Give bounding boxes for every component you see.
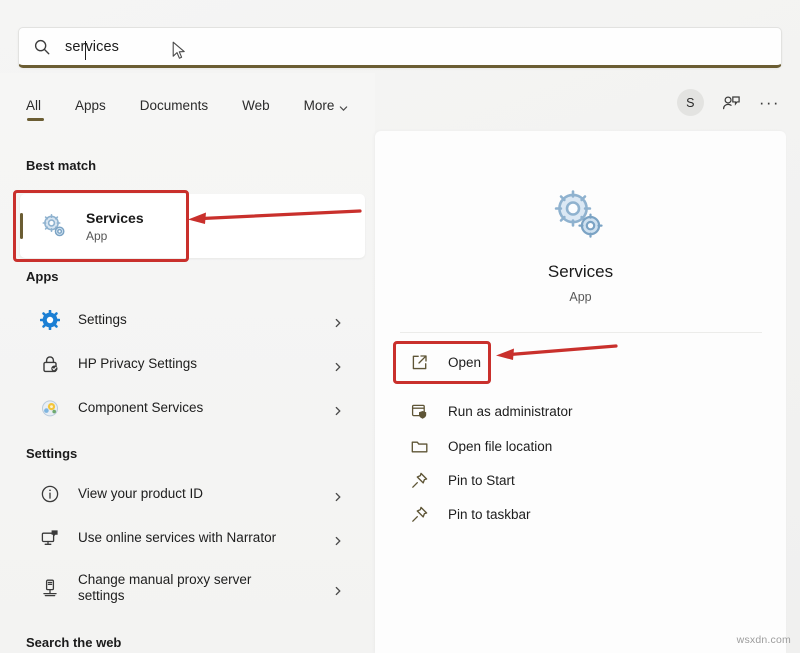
list-item-settings[interactable]: Settings [20, 300, 365, 340]
search-box[interactable]: services [18, 27, 782, 68]
open-external-icon [410, 353, 429, 372]
component-services-icon [40, 398, 60, 418]
section-heading-search-the-web: Search the web [26, 635, 121, 650]
avatar-initial: S [686, 96, 694, 110]
search-input[interactable]: services [65, 39, 119, 55]
chevron-right-icon[interactable] [333, 315, 343, 325]
preview-divider [400, 332, 762, 333]
list-item-label: View your product ID [78, 486, 203, 503]
pin-icon [410, 471, 429, 490]
result-subtitle: App [86, 229, 144, 243]
chevron-right-icon[interactable] [333, 359, 343, 369]
tab-documents[interactable]: Documents [140, 98, 208, 121]
list-item-narrator-online-services[interactable]: Use online services with Narrator [20, 518, 365, 558]
action-run-as-administrator[interactable]: Run as administrator [398, 392, 728, 430]
result-item-services[interactable]: Services App [20, 194, 365, 258]
chevron-down-icon [339, 101, 348, 110]
tab-web-label: Web [242, 98, 270, 113]
shield-admin-icon [410, 402, 429, 421]
action-open[interactable]: Open [398, 343, 728, 381]
result-title: Services [86, 210, 144, 226]
folder-icon [410, 437, 429, 456]
chevron-right-icon[interactable] [333, 583, 343, 593]
list-item-label: Change manual proxy server settings [78, 572, 293, 605]
tab-all-label: All [26, 98, 41, 113]
preview-title: Services [375, 262, 786, 282]
list-item-label: Component Services [78, 400, 203, 417]
section-heading-apps: Apps [26, 269, 59, 284]
pin-icon [410, 505, 429, 524]
chevron-right-icon[interactable] [333, 489, 343, 499]
action-pin-to-taskbar[interactable]: Pin to taskbar [398, 495, 728, 533]
settings-gear-icon [40, 310, 60, 330]
list-item-component-services[interactable]: Component Services [20, 388, 365, 428]
tab-documents-label: Documents [140, 98, 208, 113]
chevron-right-icon[interactable] [333, 403, 343, 413]
proxy-server-icon [40, 578, 60, 598]
watermark: wsxdn.com [737, 634, 791, 646]
services-gears-icon [40, 212, 68, 240]
list-item-label: Settings [78, 312, 127, 329]
windows-search-overlay: services All Apps Documents Web More [0, 0, 800, 653]
info-circle-icon [40, 484, 60, 504]
action-open-file-location[interactable]: Open file location [398, 427, 728, 465]
search-icon [33, 38, 51, 56]
list-item-label: HP Privacy Settings [78, 356, 197, 373]
tab-more[interactable]: More [304, 98, 349, 121]
action-label: Open [448, 355, 481, 370]
tab-all[interactable]: All [26, 98, 41, 121]
section-heading-best-match: Best match [26, 158, 96, 173]
preview-services-gears-icon [549, 186, 607, 244]
preview-subtitle: App [375, 290, 786, 304]
text-caret [85, 41, 86, 60]
action-label: Run as administrator [448, 404, 573, 419]
list-item-change-manual-proxy[interactable]: Change manual proxy server settings [20, 562, 365, 614]
tab-web[interactable]: Web [242, 98, 270, 121]
avatar[interactable]: S [677, 89, 704, 116]
chevron-right-icon[interactable] [333, 533, 343, 543]
lock-icon [40, 354, 60, 374]
narrator-monitor-icon [40, 528, 60, 548]
tab-more-label: More [304, 98, 335, 113]
selection-indicator [20, 213, 23, 239]
action-label: Open file location [448, 439, 552, 454]
action-label: Pin to taskbar [448, 507, 531, 522]
tab-apps-label: Apps [75, 98, 106, 113]
list-item-view-product-id[interactable]: View your product ID [20, 474, 365, 514]
tab-apps[interactable]: Apps [75, 98, 106, 121]
list-item-hp-privacy-settings[interactable]: HP Privacy Settings [20, 344, 365, 384]
header-actions: S ··· [677, 89, 780, 116]
action-pin-to-start[interactable]: Pin to Start [398, 461, 728, 499]
more-options-icon[interactable]: ··· [759, 98, 780, 108]
list-item-label: Use online services with Narrator [78, 530, 276, 547]
action-label: Pin to Start [448, 473, 515, 488]
feedback-person-icon[interactable] [722, 93, 741, 112]
section-heading-settings: Settings [26, 446, 77, 461]
